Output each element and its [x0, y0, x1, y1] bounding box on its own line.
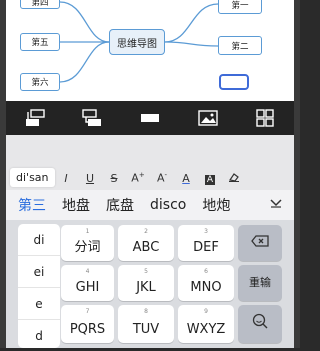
font-decrease-icon[interactable]: A-	[150, 171, 174, 185]
key-number: 1	[85, 228, 90, 235]
candidate-bar: 第三 地盘 底盘 disco 地炮	[6, 190, 294, 220]
font-increase-icon[interactable]: A+	[126, 171, 150, 185]
pinyin-option[interactable]: d	[18, 320, 60, 351]
key-number: 9	[204, 308, 208, 315]
node-label: 第二	[231, 41, 249, 52]
key-6[interactable]: 6 MNO	[178, 265, 234, 301]
root-label: 思维导图	[117, 38, 157, 50]
key-number: 5	[144, 268, 148, 275]
pinyin-text: di'san	[16, 171, 49, 184]
key-2[interactable]: 2 ABC	[118, 225, 174, 261]
key-label: GHI	[75, 280, 100, 295]
key-7[interactable]: 7 PQRS	[61, 305, 114, 343]
search-emoji-key[interactable]	[238, 305, 282, 343]
pinyin-option[interactable]: di	[18, 224, 60, 256]
rectangle-icon[interactable]	[133, 105, 167, 131]
node-label: 第一	[231, 1, 249, 11]
key-label: DEF	[193, 240, 219, 255]
keyboard: di ei e d 1 分词 2 ABC 3 DEF 4 GHI 5 JKL 6…	[6, 220, 294, 348]
candidate-item[interactable]: 地盘	[62, 195, 90, 215]
key-label: JKL	[136, 280, 156, 295]
key-number: 2	[144, 228, 148, 235]
mindmap-node-editing[interactable]	[219, 74, 249, 90]
backspace-key[interactable]	[238, 225, 282, 261]
pinyin-option[interactable]: e	[18, 288, 60, 320]
key-5[interactable]: 5 JKL	[118, 265, 174, 301]
candidate-item[interactable]: 地炮	[202, 195, 230, 215]
highlight-icon[interactable]: A	[198, 172, 222, 185]
insert-child-icon[interactable]	[18, 105, 52, 131]
mindmap-node-left-1[interactable]: 第四	[20, 0, 60, 9]
reenter-key[interactable]: 重输	[238, 265, 282, 301]
node-label: 第五	[31, 38, 49, 48]
node-label: 第四	[31, 0, 49, 8]
key-label: TUV	[132, 322, 160, 337]
underline-icon[interactable]: U	[78, 172, 102, 185]
mindmap-node-left-3[interactable]: 第六	[20, 73, 60, 91]
mindmap-canvas[interactable]: 第四 第五 第六 思维导图 第一 第二	[6, 0, 294, 101]
key-label: 分词	[74, 240, 101, 255]
toolbar-spacer	[6, 135, 294, 166]
key-label: PQRS	[69, 322, 106, 337]
pinyin-composition: di'san	[10, 168, 55, 187]
mindmap-root-node[interactable]: 思维导图	[109, 29, 165, 55]
mindmap-node-right-1[interactable]: 第一	[218, 0, 262, 14]
clear-format-icon[interactable]	[222, 172, 246, 185]
chevron-down-icon[interactable]	[270, 196, 282, 212]
layout-icon[interactable]	[248, 105, 282, 131]
insert-toolbar	[6, 101, 294, 135]
key-label: 重输	[249, 276, 271, 289]
key-number: 4	[85, 268, 90, 275]
font-color-icon[interactable]: A	[174, 172, 198, 185]
key-label: MNO	[190, 280, 222, 295]
key-number: 7	[85, 308, 90, 315]
key-1[interactable]: 1 分词	[61, 225, 114, 261]
insert-sibling-icon[interactable]	[75, 105, 109, 131]
node-label: 第六	[31, 78, 49, 88]
key-label: ABC	[132, 240, 160, 255]
key-4[interactable]: 4 GHI	[61, 265, 114, 301]
search-emoji-icon	[238, 313, 282, 332]
phone-frame-right	[294, 0, 300, 348]
backspace-icon	[238, 235, 282, 250]
key-number: 3	[204, 228, 208, 235]
image-icon[interactable]	[191, 105, 225, 131]
pinyin-side-list: di ei e d	[18, 224, 60, 348]
strikethrough-icon[interactable]: S	[102, 172, 126, 185]
key-number: 8	[144, 308, 148, 315]
key-number: 6	[204, 268, 208, 275]
key-3[interactable]: 3 DEF	[178, 225, 234, 261]
candidate-item[interactable]: 第三	[18, 195, 46, 215]
key-9[interactable]: 9 WXYZ	[178, 305, 234, 343]
mindmap-node-right-2[interactable]: 第二	[218, 36, 262, 55]
pinyin-option[interactable]: ei	[18, 256, 60, 288]
candidate-item[interactable]: 底盘	[106, 195, 134, 215]
key-8[interactable]: 8 TUV	[118, 305, 174, 343]
key-label: WXYZ	[186, 322, 226, 337]
italic-icon[interactable]: I	[54, 172, 78, 185]
mindmap-node-left-2[interactable]: 第五	[20, 33, 60, 51]
candidate-item[interactable]: disco	[150, 197, 186, 213]
